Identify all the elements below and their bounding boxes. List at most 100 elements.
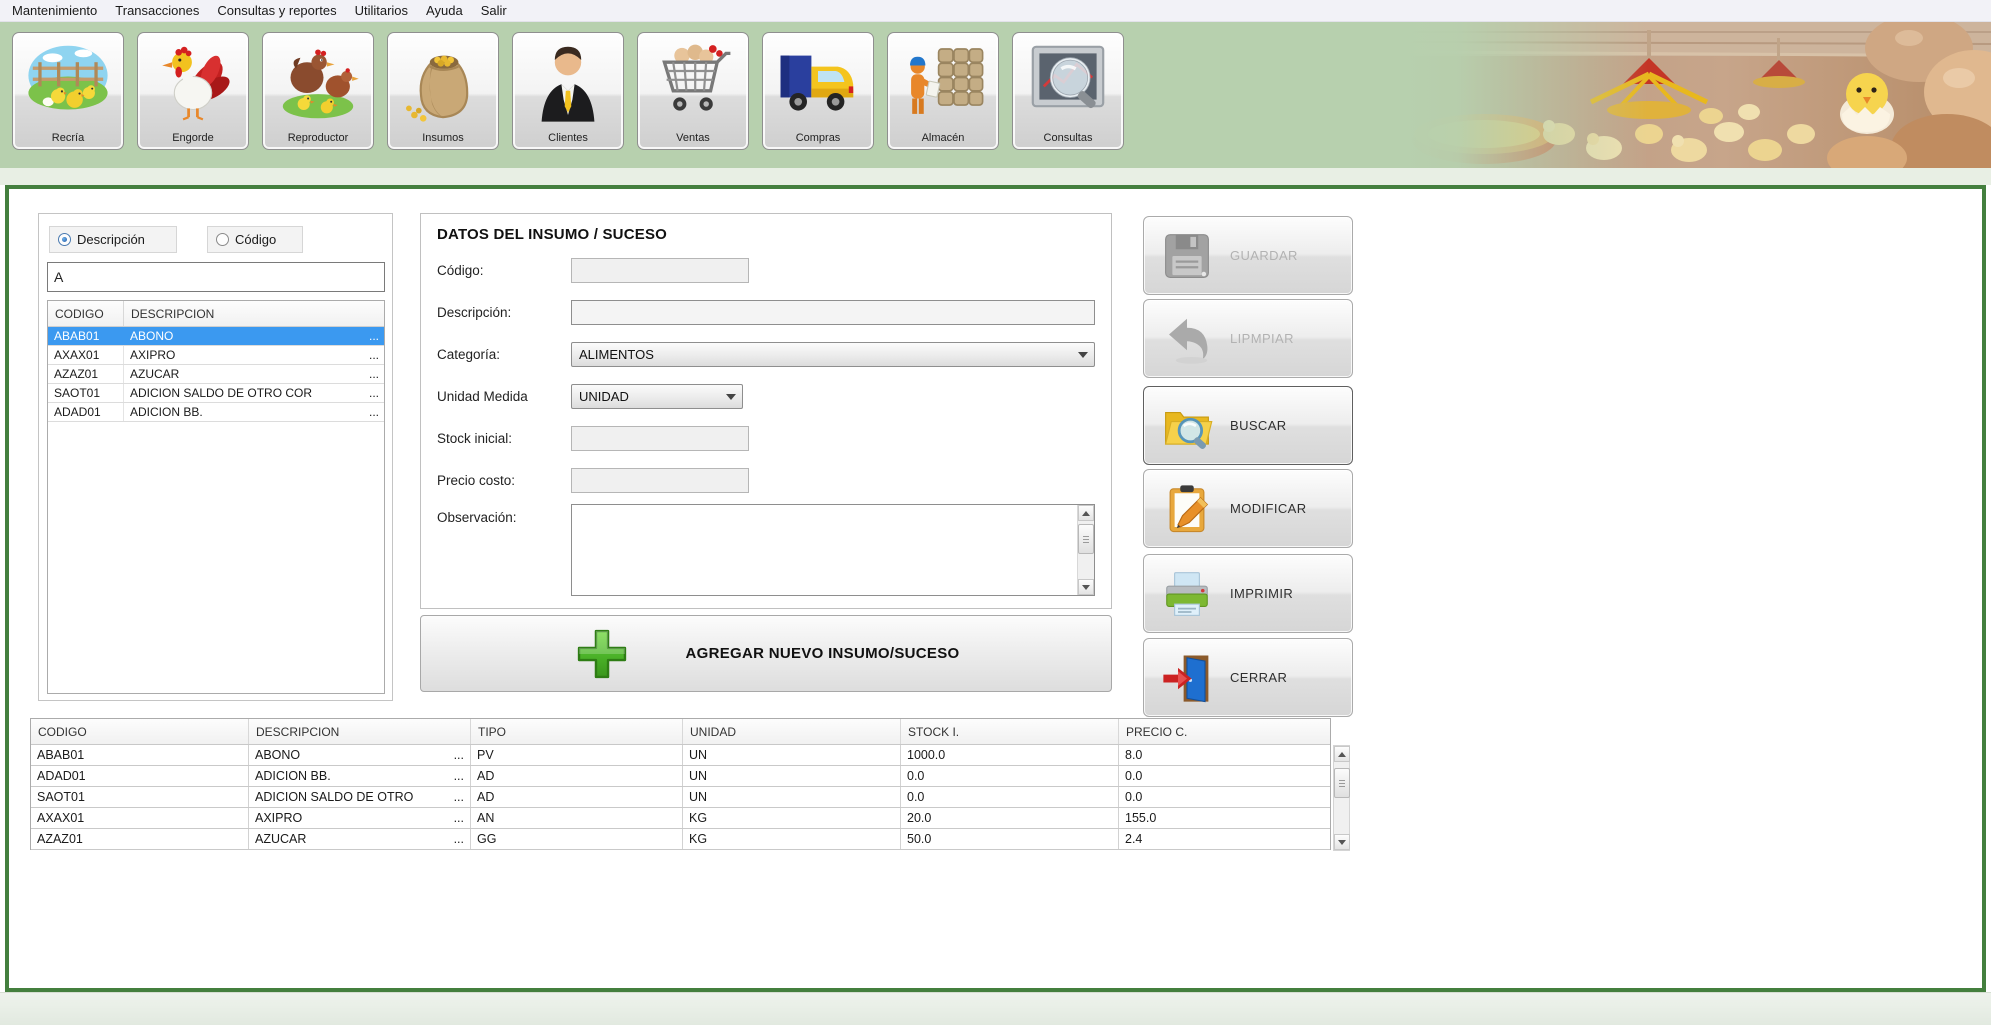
chicks-pasture-icon [22, 38, 114, 126]
modificar-button[interactable]: MODIFICAR [1143, 469, 1353, 548]
toolbar-lower-strip [0, 168, 1991, 185]
scroll-thumb[interactable] [1078, 524, 1094, 554]
observacion-label: Observación: [437, 510, 517, 525]
cell-ellipsis: ... [454, 790, 464, 804]
stock-inicial-label: Stock inicial: [437, 431, 512, 446]
descripcion-field[interactable] [571, 300, 1095, 325]
imprimir-label: IMPRIMIR [1230, 586, 1293, 601]
table-row[interactable]: ADAD01 ADICION BB. ... AD UN 0.0 0.0 [31, 766, 1330, 787]
cell-codigo: SAOT01 [31, 787, 249, 807]
cell-descripcion: AXIPRO ... [249, 808, 471, 828]
exit-door-icon [1160, 651, 1214, 705]
floppy-disk-icon [1160, 229, 1214, 283]
header-descripcion[interactable]: DESCRIPCION [249, 719, 471, 744]
toolbar-button-reproductor[interactable]: Reproductor [262, 32, 374, 150]
toolbar-button-recria[interactable]: Recría [12, 32, 124, 150]
cell-stock: 0.0 [901, 787, 1119, 807]
cell-descripcion: AZUCAR ... [249, 829, 471, 849]
observacion-field-wrap [571, 504, 1095, 596]
toolbar-button-insumos[interactable]: Insumos [387, 32, 499, 150]
shopping-cart-icon [647, 38, 739, 126]
cell-descripcion: ADICION BB. ... [249, 766, 471, 786]
rooster-icon [147, 38, 239, 126]
header-stock[interactable]: STOCK I. [901, 719, 1119, 744]
categoria-select[interactable]: ALIMENTOS [571, 342, 1095, 367]
cell-desc-text: ADICION SALDO DE OTRO [255, 790, 413, 804]
toolbar-label: Consultas [1044, 132, 1093, 144]
cell-precio: 2.4 [1119, 829, 1330, 849]
menu-transacciones[interactable]: Transacciones [106, 0, 208, 22]
header-tipo[interactable]: TIPO [471, 719, 683, 744]
unidad-medida-label: Unidad Medida [437, 389, 528, 404]
cell-desc-text: ADICION BB. [255, 769, 331, 783]
categoria-label: Categoría: [437, 347, 500, 362]
menu-mantenimiento[interactable]: Mantenimiento [3, 0, 106, 22]
toolbar-button-almacen[interactable]: Almacén [887, 32, 999, 150]
cell-desc-text: ABONO [255, 748, 300, 762]
radio-codigo[interactable]: Código [207, 226, 303, 253]
list-item[interactable]: AZAZ01 AZUCAR ... [48, 365, 384, 384]
buscar-label: BUSCAR [1230, 418, 1287, 433]
cell-precio: 155.0 [1119, 808, 1330, 828]
imprimir-button[interactable]: IMPRIMIR [1143, 554, 1353, 633]
table-row[interactable]: AXAX01 AXIPRO ... AN KG 20.0 155.0 [31, 808, 1330, 829]
toolbar-button-engorde[interactable]: Engorde [137, 32, 249, 150]
list-header-descripcion[interactable]: DESCRIPCION [124, 301, 384, 326]
list-desc-text: ADICION SALDO DE OTRO COR [130, 386, 312, 400]
menu-ayuda[interactable]: Ayuda [417, 0, 472, 22]
toolbar-button-clientes[interactable]: Clientes [512, 32, 624, 150]
toolbar-label: Ventas [676, 132, 710, 144]
results-table-scrollbar[interactable] [1333, 745, 1350, 851]
header-precio[interactable]: PRECIO C. [1119, 719, 1330, 744]
menu-utilitarios[interactable]: Utilitarios [346, 0, 417, 22]
radio-descripcion[interactable]: Descripción [49, 226, 177, 253]
buscar-button[interactable]: BUSCAR [1143, 386, 1353, 465]
status-bar [0, 992, 1991, 1025]
header-codigo[interactable]: CODIGO [31, 719, 249, 744]
list-item[interactable]: ADAD01 ADICION BB. ... [48, 403, 384, 422]
agregar-insumo-button[interactable]: AGREGAR NUEVO INSUMO/SUCESO [420, 615, 1112, 692]
categoria-value: ALIMENTOS [579, 347, 654, 362]
toolbar-button-compras[interactable]: Compras [762, 32, 874, 150]
toolbar-button-ventas[interactable]: Ventas [637, 32, 749, 150]
cerrar-button[interactable]: CERRAR [1143, 638, 1353, 717]
precio-costo-field[interactable] [571, 468, 749, 493]
list-ellipsis: ... [369, 348, 379, 362]
list-header-codigo[interactable]: CODIGO [48, 301, 124, 326]
menu-salir[interactable]: Salir [472, 0, 516, 22]
list-cell-descripcion: AZUCAR ... [124, 365, 384, 383]
codigo-field[interactable] [571, 258, 749, 283]
scroll-down-icon[interactable] [1334, 834, 1350, 850]
plus-icon [573, 625, 631, 683]
unidad-medida-select[interactable]: UNIDAD [571, 384, 743, 409]
list-item[interactable]: ABAB01 ABONO ... [48, 327, 384, 346]
table-row[interactable]: SAOT01 ADICION SALDO DE OTRO ... AD UN 0… [31, 787, 1330, 808]
scroll-thumb[interactable] [1334, 768, 1350, 798]
toolbar-button-consultas[interactable]: Consultas [1012, 32, 1124, 150]
list-item[interactable]: AXAX01 AXIPRO ... [48, 346, 384, 365]
table-row[interactable]: AZAZ01 AZUCAR ... GG KG 50.0 2.4 [31, 829, 1330, 850]
header-unidad[interactable]: UNIDAD [683, 719, 901, 744]
cell-tipo: GG [471, 829, 683, 849]
menu-consultas-reportes[interactable]: Consultas y reportes [208, 0, 345, 22]
table-row[interactable]: ABAB01 ABONO ... PV UN 1000.0 8.0 [31, 745, 1330, 766]
businessman-icon [522, 38, 614, 126]
scroll-up-icon[interactable] [1078, 505, 1094, 521]
main-content-frame: Descripción Código CODIGO DESCRIPCION AB… [5, 185, 1986, 992]
toolbar-label: Compras [796, 132, 841, 144]
unidad-medida-value: UNIDAD [579, 389, 629, 404]
limpiar-button[interactable]: LIPMPIAR [1143, 299, 1353, 378]
scroll-up-icon[interactable] [1334, 746, 1350, 762]
modificar-label: MODIFICAR [1230, 501, 1307, 516]
guardar-button[interactable]: GUARDAR [1143, 216, 1353, 295]
poultry-header-photo [1399, 22, 1991, 168]
stock-inicial-field[interactable] [571, 426, 749, 451]
list-item[interactable]: SAOT01 ADICION SALDO DE OTRO COR ... [48, 384, 384, 403]
cell-codigo: ADAD01 [31, 766, 249, 786]
list-desc-text: ABONO [130, 329, 173, 343]
list-cell-codigo: AXAX01 [48, 346, 124, 364]
scroll-down-icon[interactable] [1078, 579, 1094, 595]
observacion-scrollbar[interactable] [1077, 505, 1094, 595]
search-input[interactable] [47, 262, 385, 292]
observacion-field[interactable] [572, 505, 1077, 595]
